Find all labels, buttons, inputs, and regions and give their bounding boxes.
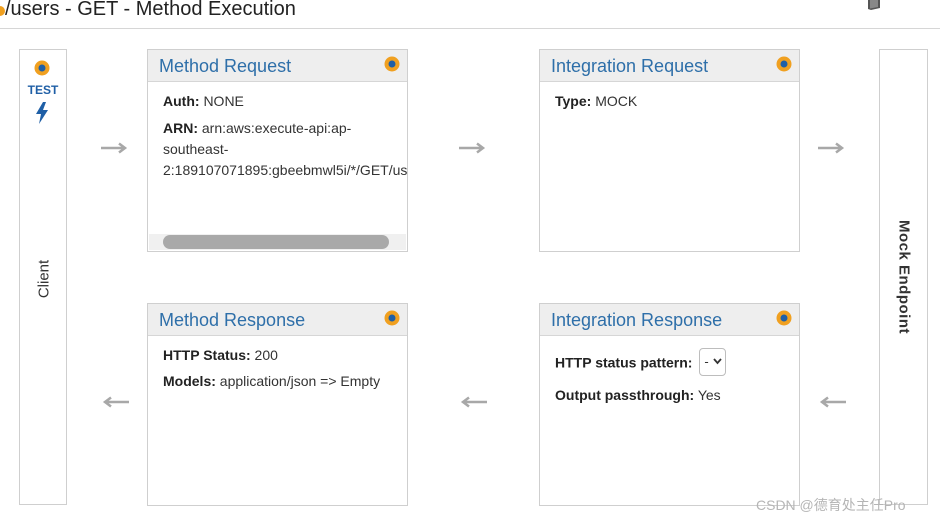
type-label: Type: bbox=[555, 93, 592, 109]
method-response-header: Method Response bbox=[148, 304, 407, 336]
http-status-label: HTTP Status: bbox=[163, 347, 251, 363]
arrow-left-icon bbox=[102, 396, 129, 408]
method-request-card: Method Request Auth: NONE ARN: arn:aws:e… bbox=[147, 49, 408, 252]
horizontal-scrollbar[interactable] bbox=[149, 234, 406, 250]
arrow-left-icon bbox=[460, 396, 487, 408]
endpoint-column: Mock Endpoint bbox=[879, 49, 928, 505]
status-indicator-icon bbox=[384, 56, 400, 72]
method-request-header: Method Request bbox=[148, 50, 407, 82]
page-title: /users - GET - Method Execution bbox=[5, 0, 296, 20]
page-header: /users - GET - Method Execution bbox=[0, 0, 940, 29]
status-pattern-value: - bbox=[704, 354, 709, 369]
chevron-down-icon bbox=[713, 358, 723, 365]
arrow-left-icon bbox=[819, 396, 846, 408]
arn-label: ARN: bbox=[163, 120, 198, 136]
method-response-card: Method Response HTTP Status: 200 Models:… bbox=[147, 303, 408, 506]
endpoint-label: Mock Endpoint bbox=[895, 220, 913, 334]
integration-request-link[interactable]: Integration Request bbox=[551, 56, 708, 77]
status-pattern-label: HTTP status pattern: bbox=[555, 354, 693, 371]
client-column: TEST Client bbox=[19, 49, 67, 505]
models-row: Models: application/json => Empty bbox=[163, 372, 392, 390]
scrollbar-thumb[interactable] bbox=[163, 235, 389, 249]
models-label: Models: bbox=[163, 373, 216, 389]
models-value: application/json => Empty bbox=[219, 373, 381, 389]
arrow-right-icon bbox=[101, 142, 128, 154]
status-pattern-row: HTTP status pattern: - bbox=[555, 348, 784, 378]
type-row: Type: MOCK bbox=[555, 92, 784, 110]
status-pattern-select[interactable]: - bbox=[699, 348, 727, 376]
arrow-right-icon bbox=[818, 142, 845, 154]
arn-scroll-area[interactable]: ARN: arn:aws:execute-api:ap- southeast- … bbox=[163, 118, 408, 181]
arn-value: arn:aws:execute-api:ap- southeast- 2:189… bbox=[163, 120, 408, 178]
book-icon[interactable] bbox=[866, 0, 882, 10]
status-indicator-icon bbox=[384, 310, 400, 326]
http-status-value: 200 bbox=[254, 347, 278, 363]
method-request-link[interactable]: Method Request bbox=[159, 56, 291, 77]
passthrough-row: Output passthrough: Yes bbox=[555, 386, 784, 404]
test-link[interactable]: TEST bbox=[20, 83, 66, 97]
passthrough-label: Output passthrough: bbox=[555, 387, 695, 403]
status-indicator-icon bbox=[776, 56, 792, 72]
lightning-icon[interactable] bbox=[35, 102, 49, 124]
integration-response-link[interactable]: Integration Response bbox=[551, 310, 722, 331]
auth-value: NONE bbox=[203, 93, 244, 109]
passthrough-value: Yes bbox=[697, 387, 721, 403]
integration-response-header: Integration Response bbox=[540, 304, 799, 336]
arn-row: ARN: arn:aws:execute-api:ap- southeast- … bbox=[163, 118, 407, 181]
test-status-icon bbox=[34, 60, 50, 76]
status-indicator-icon bbox=[776, 310, 792, 326]
integration-request-card: Integration Request Type: MOCK bbox=[539, 49, 800, 252]
integration-request-header: Integration Request bbox=[540, 50, 799, 82]
method-response-link[interactable]: Method Response bbox=[159, 310, 305, 331]
arrow-right-icon bbox=[459, 142, 486, 154]
http-status-row: HTTP Status: 200 bbox=[163, 346, 392, 364]
auth-label: Auth: bbox=[163, 93, 200, 109]
type-value: MOCK bbox=[595, 93, 638, 109]
watermark: CSDN @德育处主任Pro bbox=[756, 497, 906, 513]
integration-response-card: Integration Response HTTP status pattern… bbox=[539, 303, 800, 506]
client-label: Client bbox=[35, 259, 53, 299]
auth-row: Auth: NONE bbox=[163, 92, 392, 110]
